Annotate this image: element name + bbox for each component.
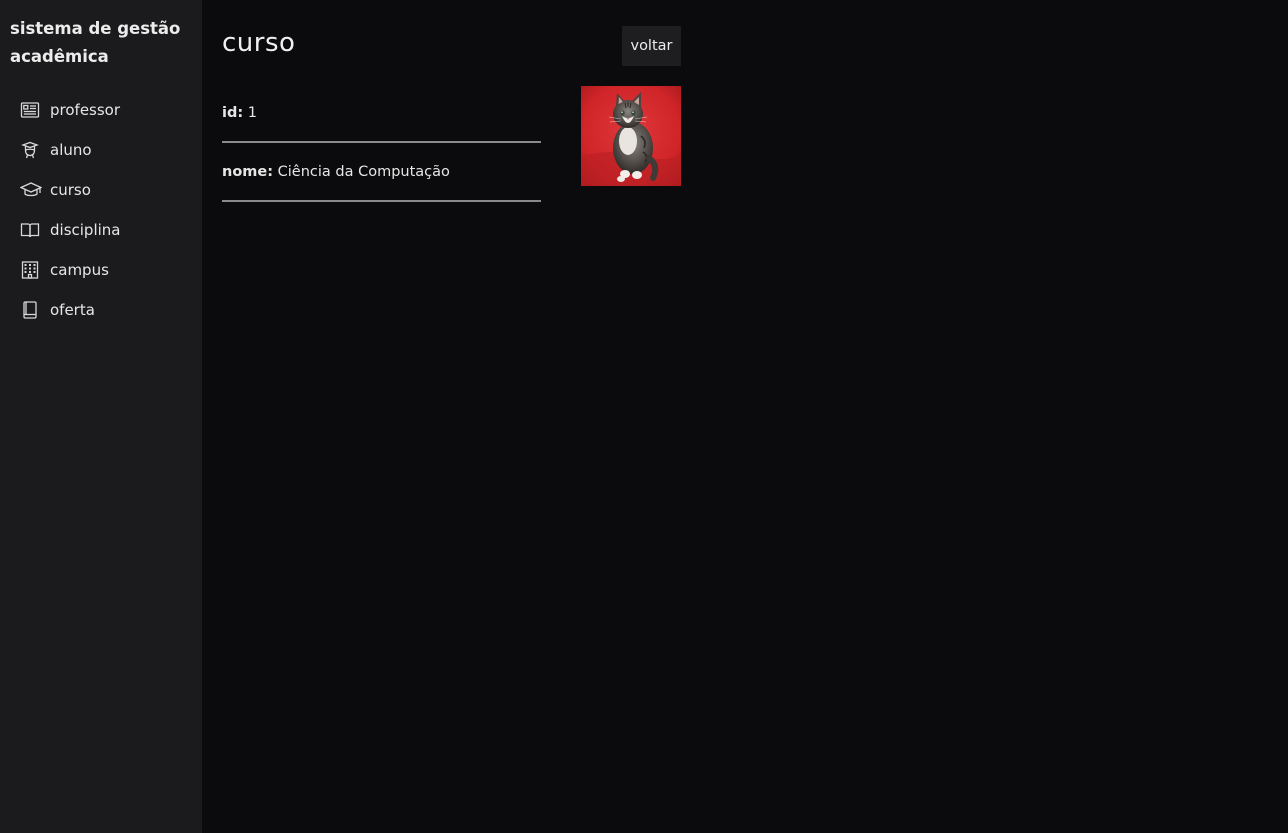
sidebar-item-disciplina[interactable]: disciplina <box>0 210 202 250</box>
detail-field-id: id: 1 <box>222 86 541 143</box>
kitten-image <box>581 86 681 186</box>
sidebar-item-label: curso <box>50 181 91 199</box>
graduation-cap-icon <box>20 181 42 199</box>
course-image <box>581 86 681 186</box>
sidebar-item-label: disciplina <box>50 221 121 239</box>
sidebar-item-campus[interactable]: campus <box>0 250 202 290</box>
sidebar: sistema de gestão acadêmica professor al… <box>0 0 202 833</box>
field-value: 1 <box>247 105 257 121</box>
page-title: curso <box>222 28 296 58</box>
sidebar-nav: professor aluno curso disciplina campus … <box>0 90 202 330</box>
book-open-icon <box>20 221 40 239</box>
sidebar-item-oferta[interactable]: oferta <box>0 290 202 330</box>
detail-field-nome: nome: Ciência da Computação <box>222 145 541 202</box>
back-button[interactable]: voltar <box>622 26 681 66</box>
sidebar-item-label: professor <box>50 101 121 119</box>
field-key: id: <box>222 105 244 121</box>
building-icon <box>20 261 40 279</box>
book-icon <box>20 301 40 319</box>
sidebar-item-label: campus <box>50 261 109 279</box>
field-value: Ciência da Computação <box>277 164 450 180</box>
student-icon <box>20 141 40 159</box>
field-key: nome: <box>222 164 274 180</box>
id-card-icon <box>20 101 40 119</box>
app-title: sistema de gestão acadêmica <box>10 19 181 66</box>
sidebar-item-label: aluno <box>50 141 92 159</box>
sidebar-item-label: oferta <box>50 301 95 319</box>
main-content: curso voltar id: 1 nome: Ciência da Comp… <box>202 0 1288 833</box>
sidebar-item-aluno[interactable]: aluno <box>0 130 202 170</box>
sidebar-item-professor[interactable]: professor <box>0 90 202 130</box>
sidebar-item-curso[interactable]: curso <box>0 170 202 210</box>
